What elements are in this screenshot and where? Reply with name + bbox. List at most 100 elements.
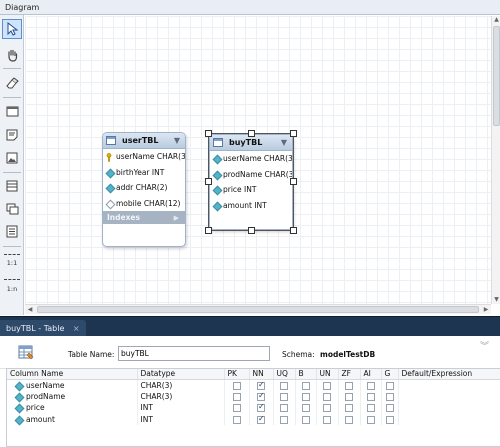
datatype-cell[interactable]: INT xyxy=(137,413,225,425)
scroll-left-icon[interactable]: ◀ xyxy=(25,305,35,314)
entity-title-bar[interactable]: buyTBL ▼ xyxy=(210,135,292,151)
column-header[interactable]: PK xyxy=(224,369,250,380)
b-checkbox[interactable] xyxy=(301,415,310,424)
datatype-cell[interactable]: CHAR(3) xyxy=(137,379,225,391)
note-tool-button[interactable] xyxy=(2,125,22,145)
image-tool-button[interactable] xyxy=(2,148,22,168)
default-expression-cell[interactable] xyxy=(398,402,500,414)
table-row[interactable]: userName CHAR(3) xyxy=(7,379,500,391)
b-checkbox[interactable] xyxy=(301,392,310,401)
pk-checkbox[interactable] xyxy=(232,392,241,401)
pk-checkbox[interactable] xyxy=(232,381,241,390)
b-checkbox[interactable] xyxy=(301,381,310,390)
nn-checkbox[interactable] xyxy=(257,391,265,401)
column-header[interactable]: B xyxy=(295,369,317,380)
column-name-cell[interactable]: userName xyxy=(7,379,138,391)
datatype-cell[interactable]: CHAR(3) xyxy=(137,390,225,402)
ai-checkbox[interactable] xyxy=(366,404,375,413)
nn-checkbox[interactable] xyxy=(257,414,265,424)
entity-column-row[interactable]: addr CHAR(2) xyxy=(103,180,185,196)
zf-checkbox[interactable] xyxy=(345,392,353,401)
zf-checkbox[interactable] xyxy=(345,381,353,390)
nn-checkbox[interactable] xyxy=(257,402,265,413)
ai-checkbox[interactable] xyxy=(366,392,375,401)
un-checkbox[interactable] xyxy=(323,415,331,424)
table-row[interactable]: amount INT xyxy=(7,413,500,425)
column-name-cell[interactable]: price xyxy=(7,402,138,414)
g-checkbox[interactable] xyxy=(385,381,394,390)
column-header[interactable]: G xyxy=(381,369,399,380)
g-checkbox[interactable] xyxy=(385,392,394,401)
scrollbar-thumb[interactable] xyxy=(493,26,500,126)
default-expression-cell[interactable] xyxy=(398,379,500,391)
relation-1-1-button[interactable]: 1:1 xyxy=(2,251,22,269)
entity-column-row[interactable]: mobile CHAR(12) xyxy=(103,196,185,212)
chevron-down-icon[interactable]: ▼ xyxy=(281,138,287,147)
chevron-right-icon[interactable]: ▶ xyxy=(174,214,179,222)
resize-handle-w[interactable] xyxy=(205,178,212,185)
pk-checkbox[interactable] xyxy=(232,415,241,424)
entity-usertbl[interactable]: userTBL ▼ userName CHAR(3) birthYear INT… xyxy=(102,132,186,247)
column-header[interactable]: UQ xyxy=(273,369,296,380)
un-checkbox[interactable] xyxy=(323,404,331,413)
eraser-tool-button[interactable] xyxy=(2,73,22,93)
entity-column-row[interactable]: amount INT xyxy=(210,198,292,214)
default-expression-cell[interactable] xyxy=(398,390,500,402)
column-header[interactable]: NN xyxy=(249,369,274,380)
datatype-cell[interactable]: INT xyxy=(137,402,225,414)
un-checkbox[interactable] xyxy=(323,381,331,390)
entity-column-row[interactable]: prodName CHAR(3) xyxy=(210,167,292,183)
scrollbar-thumb[interactable] xyxy=(37,306,479,313)
table-tool-button[interactable] xyxy=(2,176,22,196)
column-header[interactable]: Datatype xyxy=(137,369,225,380)
canvas-horizontal-scrollbar[interactable]: ◀ ▶ xyxy=(25,304,491,314)
uq-checkbox[interactable] xyxy=(280,404,288,413)
ai-checkbox[interactable] xyxy=(366,381,375,390)
column-name-cell[interactable]: amount xyxy=(7,413,138,425)
b-checkbox[interactable] xyxy=(301,404,310,413)
nn-checkbox[interactable] xyxy=(257,380,265,390)
pk-checkbox[interactable] xyxy=(232,404,241,413)
column-name-cell[interactable]: prodName xyxy=(7,390,138,402)
zf-checkbox[interactable] xyxy=(345,404,353,413)
column-header[interactable]: Column Name xyxy=(7,369,138,380)
entity-buytbl[interactable]: buyTBL ▼ userName CHAR(3) prodName CHAR(… xyxy=(209,134,293,230)
column-header[interactable]: AI xyxy=(360,369,382,380)
zf-checkbox[interactable] xyxy=(345,415,353,424)
g-checkbox[interactable] xyxy=(385,415,394,424)
scroll-up-icon[interactable]: ▲ xyxy=(493,16,500,24)
resize-handle-e[interactable] xyxy=(290,178,297,185)
select-tool-button[interactable] xyxy=(2,19,22,39)
resize-handle-s[interactable] xyxy=(248,227,255,234)
collapse-chevrons-icon[interactable]: ︾ xyxy=(480,343,489,352)
entity-indexes-bar[interactable]: Indexes ▶ xyxy=(103,211,185,224)
uq-checkbox[interactable] xyxy=(280,392,288,401)
diagram-canvas[interactable]: userTBL ▼ userName CHAR(3) birthYear INT… xyxy=(25,16,491,304)
entity-column-row[interactable]: userName CHAR(3) xyxy=(210,151,292,167)
un-checkbox[interactable] xyxy=(323,392,331,401)
table-name-input[interactable] xyxy=(118,346,270,361)
ai-checkbox[interactable] xyxy=(366,415,375,424)
hand-tool-button[interactable] xyxy=(2,45,22,65)
entity-column-row[interactable]: userName CHAR(3) xyxy=(103,149,185,165)
uq-checkbox[interactable] xyxy=(280,381,288,390)
resize-handle-nw[interactable] xyxy=(205,130,212,137)
table-row[interactable]: prodName CHAR(3) xyxy=(7,390,500,402)
resize-handle-sw[interactable] xyxy=(205,227,212,234)
column-header[interactable]: ZF xyxy=(338,369,361,380)
resize-handle-ne[interactable] xyxy=(290,130,297,137)
relation-1-n-button[interactable]: 1:n xyxy=(2,275,22,295)
g-checkbox[interactable] xyxy=(385,404,394,413)
entity-title-bar[interactable]: userTBL ▼ xyxy=(103,133,185,149)
resize-handle-n[interactable] xyxy=(248,130,255,137)
scroll-right-icon[interactable]: ▶ xyxy=(481,305,491,314)
scroll-down-icon[interactable]: ▼ xyxy=(493,296,500,304)
entity-column-row[interactable]: birthYear INT xyxy=(103,165,185,181)
view-tool-button[interactable] xyxy=(2,199,22,219)
tab-buytbl-table[interactable]: buyTBL - Table × xyxy=(0,320,86,337)
canvas-vertical-scrollbar[interactable]: ▲ ▼ xyxy=(491,16,500,304)
default-expression-cell[interactable] xyxy=(398,413,500,425)
routine-tool-button[interactable] xyxy=(2,221,22,241)
layer-tool-button[interactable] xyxy=(2,101,22,121)
table-row[interactable]: price INT xyxy=(7,402,500,414)
